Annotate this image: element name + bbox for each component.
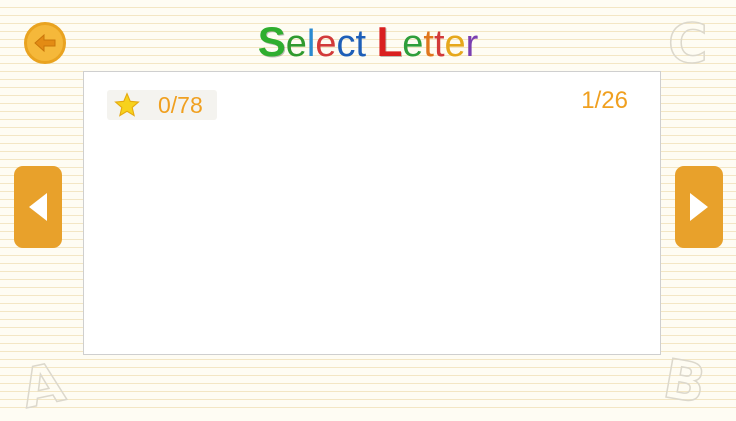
title-letter: e	[315, 23, 337, 65]
title-letter: t	[355, 23, 367, 65]
decorative-letter-a: A	[15, 350, 70, 421]
triangle-left-icon	[29, 193, 47, 221]
title-letter: S	[257, 18, 286, 65]
page-counter: 1/26	[581, 87, 628, 114]
title-letter: e	[402, 23, 424, 65]
title-letter: e	[444, 23, 466, 65]
letter-panel: 0/78 1/26	[83, 71, 661, 355]
title-letter: r	[465, 23, 479, 65]
decorative-letter-b: B	[658, 346, 711, 417]
prev-page-button[interactable]	[14, 166, 62, 248]
title-letter: e	[285, 23, 307, 65]
title-letter: L	[376, 18, 403, 65]
title-letter	[366, 20, 377, 68]
page-title: Select Letter	[0, 18, 736, 68]
star-icon	[114, 92, 140, 117]
title-letter: c	[336, 23, 356, 65]
triangle-right-icon	[690, 193, 708, 221]
title-letter: t	[433, 23, 445, 65]
next-page-button[interactable]	[675, 166, 723, 248]
score-value: 0/78	[158, 91, 203, 118]
score-badge: 0/78	[107, 90, 217, 120]
title-letter: t	[423, 23, 434, 65]
title-letter: l	[306, 23, 316, 65]
